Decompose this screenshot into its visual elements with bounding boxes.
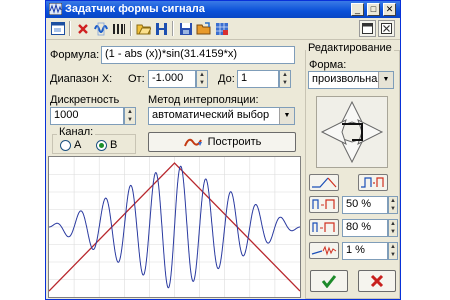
window-title: Задатчик формы сигнала [65, 3, 205, 15]
interpolation-select[interactable]: автоматический выбор ▼ [148, 107, 295, 125]
interpolation-label: Метод интерполяции: [148, 94, 259, 106]
formula-label: Формула: [50, 49, 100, 61]
checkmark-icon [321, 275, 337, 288]
folder-open-icon[interactable] [195, 20, 212, 37]
wave-icon[interactable] [92, 20, 109, 37]
window-small-icon[interactable] [359, 20, 376, 37]
range-from-input[interactable]: -1.000 [148, 70, 196, 88]
form-label: Форма: [309, 59, 347, 71]
channel-b-radio[interactable] [96, 140, 107, 151]
cross-icon [370, 274, 384, 288]
range-to-input[interactable]: 1 [237, 70, 279, 88]
form-select[interactable]: произвольная ▼ [308, 71, 394, 89]
channel-b-label: B [110, 139, 118, 151]
bars-icon[interactable] [110, 20, 127, 37]
close-button[interactable]: ✕ [383, 3, 396, 16]
range-from-spinner[interactable]: ▲ ▼ [196, 70, 208, 88]
discreteness-label: Дискретность [50, 94, 120, 106]
range-to-spinner[interactable]: ▲ ▼ [279, 70, 291, 88]
discreteness-input[interactable]: 1000 [50, 107, 124, 125]
open-icon[interactable] [135, 20, 152, 37]
h-icon[interactable] [153, 20, 170, 37]
chevron-down-icon: ▼ [378, 72, 393, 88]
toolbar [46, 18, 400, 40]
chevron-down-icon: ▼ [279, 108, 294, 124]
range-label: Диапазон X: [50, 73, 113, 85]
duty-cycle-icon[interactable] [309, 196, 339, 213]
direction-pad[interactable] [316, 96, 388, 168]
channel-label: Канал: [57, 126, 96, 138]
param-1-spinner[interactable]: ▲ ▼ [388, 196, 398, 214]
maximize-button[interactable]: □ [367, 3, 380, 16]
pulse-icon[interactable] [358, 174, 388, 191]
param-1-input[interactable]: 50 % [342, 196, 388, 214]
signal-plot [48, 156, 301, 298]
param-2-spinner[interactable]: ▲ ▼ [388, 219, 398, 237]
signal-shape-window: Задатчик формы сигнала _ □ ✕ Формула: (1… [45, 0, 401, 300]
noise-icon[interactable] [309, 242, 339, 259]
wand-icon [183, 138, 202, 147]
plot-canvas [48, 157, 301, 297]
discreteness-spinner[interactable]: ▲ ▼ [124, 107, 136, 125]
param-3-spinner[interactable]: ▲ ▼ [388, 242, 398, 260]
close-window-icon[interactable] [378, 20, 395, 37]
window-icon[interactable] [49, 20, 66, 37]
range-from-label: От: [128, 73, 145, 85]
ramp-up-icon[interactable] [309, 174, 339, 191]
formula-input[interactable]: (1 - abs (x))*sin(31.4159*x) [101, 46, 295, 64]
title-bar: Задатчик формы сигнала _ □ ✕ [46, 1, 400, 18]
pulse-width-icon[interactable] [309, 219, 339, 236]
ok-button[interactable] [310, 270, 348, 292]
minimize-button[interactable]: _ [351, 3, 364, 16]
channel-a-radio[interactable] [60, 140, 71, 151]
param-2-input[interactable]: 80 % [342, 219, 388, 237]
param-3-input[interactable]: 1 % [342, 242, 388, 260]
range-to-label: До: [218, 73, 235, 85]
build-button[interactable]: Построить [148, 132, 296, 152]
cancel-button[interactable] [358, 270, 396, 292]
edit-title: Редактирование [306, 42, 394, 54]
build-button-label: Построить [207, 136, 262, 148]
form-value: произвольная [312, 73, 384, 85]
save-icon[interactable] [177, 20, 194, 37]
grid-icon[interactable] [213, 20, 230, 37]
interpolation-value: автоматический выбор [152, 109, 270, 121]
channel-a-label: A [74, 139, 82, 151]
app-icon [49, 3, 62, 15]
delete-icon[interactable] [74, 20, 91, 37]
